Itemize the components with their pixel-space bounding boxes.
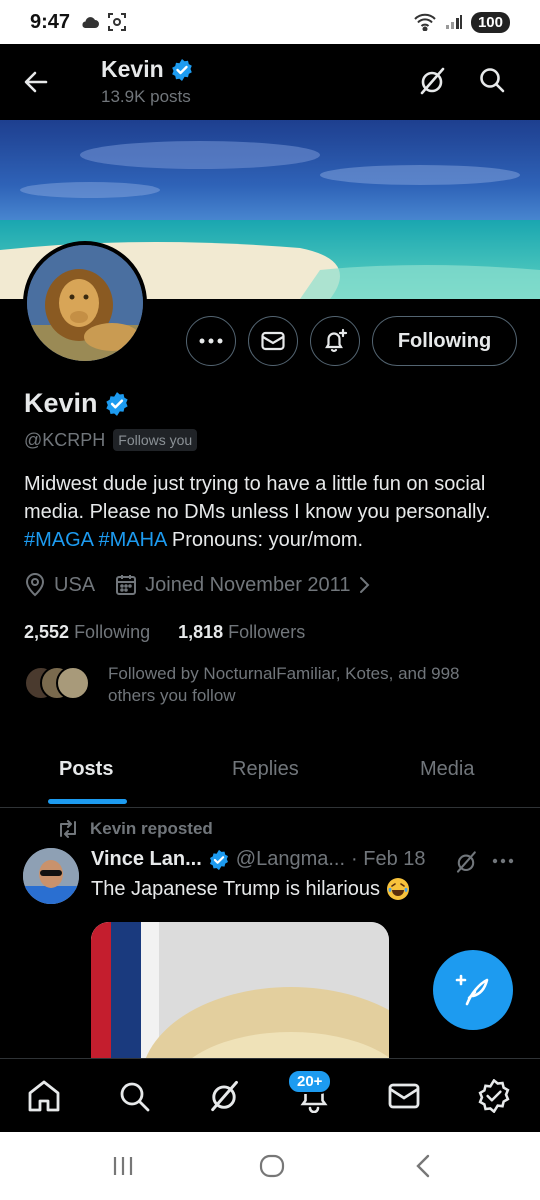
compose-icon bbox=[455, 974, 489, 1006]
tab-posts[interactable]: Posts bbox=[59, 758, 113, 781]
profile-avatar[interactable] bbox=[23, 241, 147, 365]
wifi-icon bbox=[414, 13, 436, 31]
following-count: 2,552 bbox=[24, 622, 70, 642]
message-button[interactable] bbox=[248, 316, 298, 366]
followed-by-section[interactable]: Followed by NocturnalFamiliar, Kotes, an… bbox=[24, 663, 508, 707]
profile-joined[interactable]: Joined November 2011 bbox=[115, 574, 370, 597]
header-post-count: 13.9K posts bbox=[101, 87, 191, 106]
search-icon[interactable] bbox=[478, 66, 506, 94]
repost-indicator: Kevin reposted bbox=[56, 819, 213, 839]
mail-icon[interactable] bbox=[387, 1079, 421, 1113]
profile-bio: Midwest dude just trying to have a littl… bbox=[24, 470, 519, 554]
grok-icon[interactable] bbox=[418, 66, 446, 96]
following-button[interactable]: Following bbox=[372, 316, 517, 366]
home-icon[interactable] bbox=[27, 1079, 61, 1113]
profile-name: Kevin bbox=[24, 388, 98, 418]
bio-text: Pronouns: your/mom. bbox=[166, 529, 364, 551]
joined-text: Joined November 2011 bbox=[145, 573, 351, 596]
verified-nav-icon[interactable] bbox=[477, 1079, 511, 1113]
follower-avatars bbox=[24, 666, 90, 700]
laughing-emoji-icon bbox=[387, 878, 410, 900]
tweet-author-avatar[interactable] bbox=[23, 848, 79, 904]
mail-icon bbox=[261, 331, 285, 351]
profile-handle: @KCRPH bbox=[24, 429, 106, 450]
tab-replies[interactable]: Replies bbox=[232, 758, 299, 781]
following-count-link[interactable]: 2,552 Following bbox=[24, 622, 150, 643]
followers-count: 1,818 bbox=[178, 622, 224, 642]
location-text: USA bbox=[54, 573, 96, 596]
arrow-left-icon[interactable] bbox=[22, 68, 50, 96]
status-bar: 9:47 100 bbox=[0, 0, 540, 44]
followers-label: Followers bbox=[228, 622, 306, 642]
grok-icon[interactable] bbox=[207, 1079, 241, 1113]
bottom-navigation: 20+ bbox=[0, 1058, 540, 1132]
search-icon[interactable] bbox=[117, 1079, 151, 1113]
verified-icon bbox=[171, 58, 192, 81]
tab-media[interactable]: Media bbox=[420, 758, 474, 781]
home-button-icon[interactable] bbox=[259, 1154, 285, 1178]
verified-icon bbox=[105, 391, 128, 416]
followed-by-text: Followed by NocturnalFamiliar, Kotes, an… bbox=[108, 664, 460, 705]
scan-icon bbox=[108, 13, 127, 31]
tweet-body: The Japanese Trump is hilarious bbox=[91, 877, 381, 900]
header-title: Kevin bbox=[101, 56, 164, 82]
location-icon bbox=[25, 573, 45, 597]
tweet-header: Vince Lan... @Langma... · Feb 18 bbox=[91, 848, 426, 871]
status-time: 9:47 bbox=[30, 10, 71, 33]
more-icon[interactable] bbox=[492, 858, 514, 864]
hashtag-link[interactable]: #MAHA bbox=[98, 529, 166, 551]
chevron-right-icon bbox=[360, 577, 370, 593]
tweet-author-name[interactable]: Vince Lan... bbox=[91, 848, 202, 871]
calendar-icon bbox=[116, 575, 137, 595]
battery-indicator: 100 bbox=[470, 11, 510, 33]
notify-button[interactable] bbox=[310, 316, 360, 366]
signal-icon bbox=[445, 15, 462, 29]
profile-tabs: Posts Replies Media bbox=[0, 742, 540, 808]
repost-icon bbox=[60, 820, 76, 838]
tweet-date: · Feb 18 bbox=[351, 848, 426, 870]
bell-plus-icon bbox=[325, 328, 348, 353]
following-label: Following bbox=[74, 622, 151, 642]
hashtag-link[interactable]: #MAGA bbox=[24, 529, 93, 551]
grok-icon[interactable] bbox=[454, 850, 478, 874]
back-button-icon[interactable] bbox=[415, 1154, 431, 1178]
more-icon bbox=[199, 338, 223, 344]
tweet-author-handle: @Langma... bbox=[235, 848, 346, 870]
profile-location: USA bbox=[24, 573, 95, 597]
cloud-icon bbox=[82, 17, 100, 28]
more-options-button[interactable] bbox=[186, 316, 236, 366]
avatar bbox=[56, 666, 90, 700]
follows-you-badge: Follows you bbox=[113, 429, 198, 451]
profile-header: Kevin 13.9K posts bbox=[0, 44, 540, 120]
tweet-text: The Japanese Trump is hilarious bbox=[91, 877, 410, 901]
active-tab-indicator bbox=[48, 799, 127, 804]
notifications-badge: 20+ bbox=[287, 1069, 333, 1094]
compose-button[interactable] bbox=[433, 950, 513, 1030]
system-navigation bbox=[0, 1132, 540, 1200]
followers-count-link[interactable]: 1,818 Followers bbox=[178, 622, 305, 643]
bio-text: Midwest dude just trying to have a littl… bbox=[24, 473, 491, 523]
recent-apps-icon[interactable] bbox=[112, 1154, 134, 1178]
repost-label: Kevin reposted bbox=[90, 819, 213, 838]
verified-icon bbox=[209, 849, 228, 870]
